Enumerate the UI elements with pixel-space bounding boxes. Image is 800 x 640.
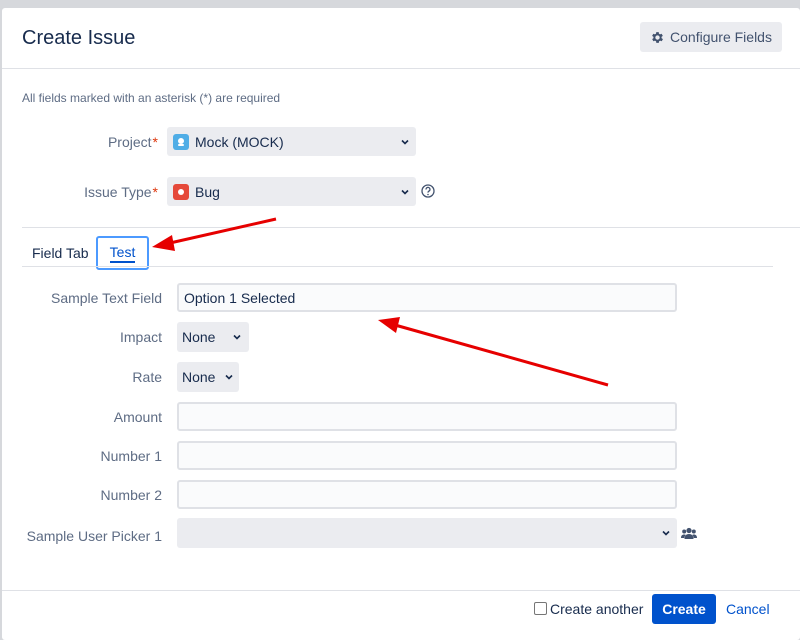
issue-type-label: Issue Type* xyxy=(84,184,158,200)
chevron-down-icon xyxy=(662,530,670,536)
configure-fields-label: Configure Fields xyxy=(670,29,772,45)
users-icon[interactable] xyxy=(681,527,697,540)
project-value: Mock (MOCK) xyxy=(195,133,284,150)
tab-test-label: Test xyxy=(109,244,136,263)
cancel-link[interactable]: Cancel xyxy=(726,601,770,617)
impact-select[interactable]: None xyxy=(177,322,249,352)
bug-icon xyxy=(173,183,189,200)
number-1-label: Number 1 xyxy=(100,448,162,464)
impact-label: Impact xyxy=(119,329,162,345)
chevron-down-icon xyxy=(401,139,409,145)
dialog-title: Create Issue xyxy=(22,27,136,49)
tab-test[interactable]: Test xyxy=(96,236,149,270)
amount-label: Amount xyxy=(113,409,162,425)
sample-text-field-value: Option 1 Selected xyxy=(184,289,296,306)
number-2-label: Number 2 xyxy=(100,487,162,503)
amount-input[interactable] xyxy=(177,402,677,431)
required-asterisk: * xyxy=(152,134,158,150)
help-icon[interactable] xyxy=(421,184,435,198)
user-picker-select[interactable] xyxy=(177,518,677,548)
tabs-divider xyxy=(22,266,773,267)
create-issue-dialog: Create Issue Configure Fields All fields… xyxy=(2,8,800,640)
rate-value: None xyxy=(182,369,216,385)
chevron-down-icon xyxy=(401,189,409,195)
required-asterisk: * xyxy=(152,184,158,200)
create-another-checkbox[interactable] xyxy=(534,602,547,615)
project-select[interactable]: Mock (MOCK) xyxy=(167,127,416,156)
footer-divider xyxy=(2,590,800,591)
project-label: Project* xyxy=(108,134,158,150)
impact-value: None xyxy=(182,329,216,345)
project-label-text: Project xyxy=(107,134,152,150)
project-avatar-icon xyxy=(173,133,189,150)
sample-text-field-input[interactable]: Option 1 Selected xyxy=(177,283,677,312)
chevron-down-icon xyxy=(233,334,241,340)
section-divider xyxy=(22,227,800,228)
sample-text-field-label: Sample Text Field xyxy=(50,290,162,306)
rate-label: Rate xyxy=(132,369,162,385)
create-another-label[interactable]: Create another xyxy=(550,601,643,617)
tab-field-tab[interactable]: Field Tab xyxy=(32,245,89,261)
gear-icon xyxy=(652,31,663,43)
configure-fields-button[interactable]: Configure Fields xyxy=(640,22,782,52)
number-1-input[interactable] xyxy=(177,441,677,470)
required-note: All fields marked with an asterisk (*) a… xyxy=(22,91,281,105)
number-2-input[interactable] xyxy=(177,480,677,509)
create-button[interactable]: Create xyxy=(652,594,716,624)
issue-type-label-text: Issue Type xyxy=(84,184,152,200)
issue-type-select[interactable]: Bug xyxy=(167,177,416,206)
chevron-down-icon xyxy=(225,374,233,380)
issue-type-value: Bug xyxy=(195,183,220,200)
user-picker-label: Sample User Picker 1 xyxy=(26,528,162,544)
rate-select[interactable]: None xyxy=(177,362,239,392)
dialog-header: Create Issue Configure Fields xyxy=(2,8,800,69)
